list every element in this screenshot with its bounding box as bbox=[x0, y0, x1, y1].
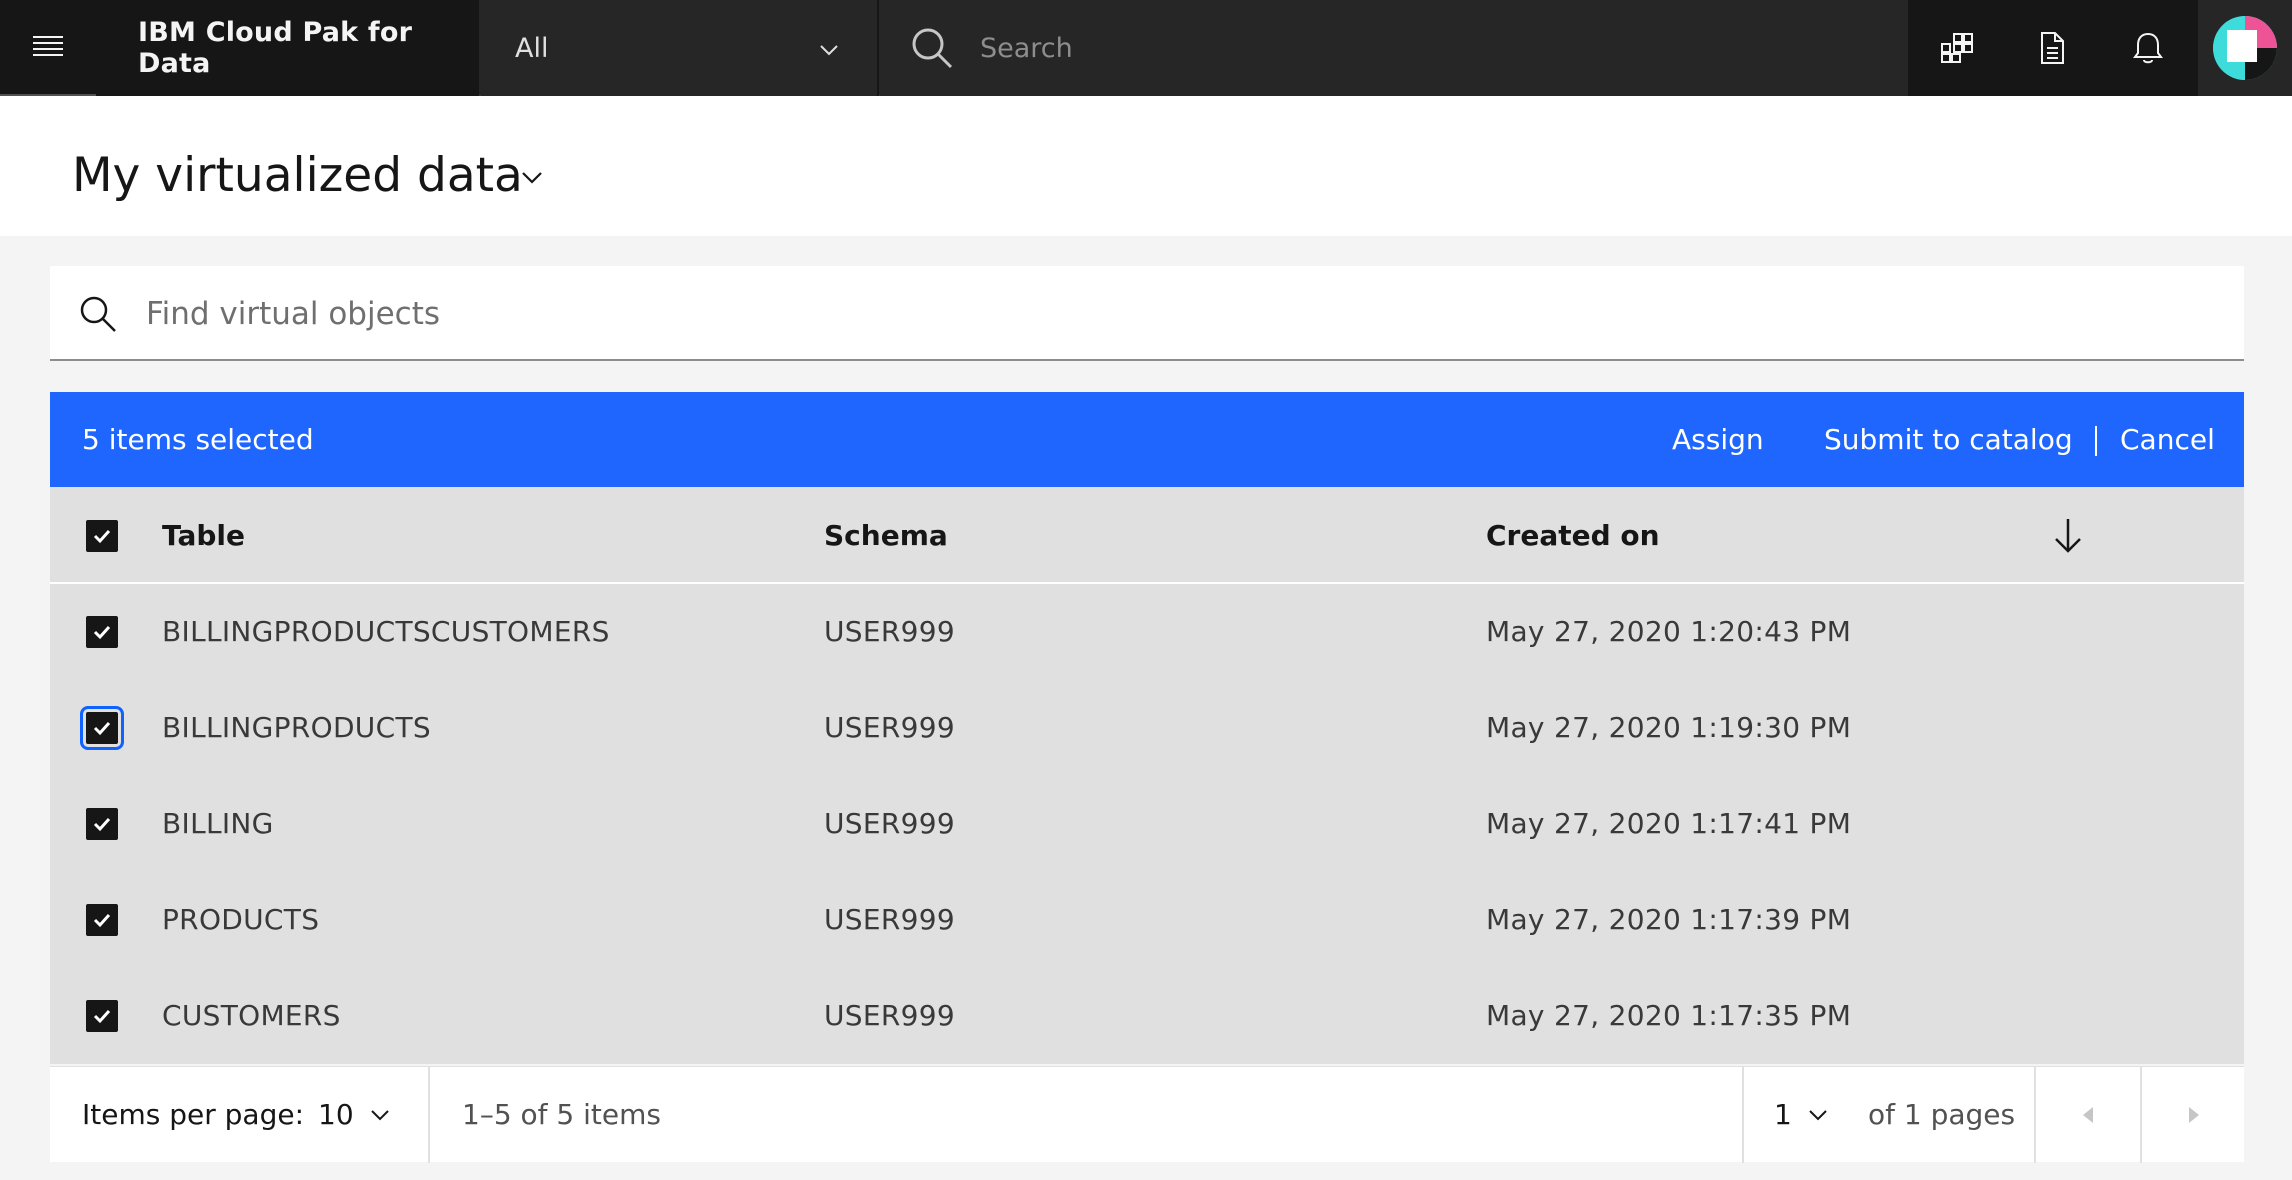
checkmark-icon bbox=[93, 529, 111, 544]
document-icon bbox=[2041, 32, 2064, 64]
cell-table: PRODUCTS bbox=[162, 903, 320, 936]
column-header-created-on[interactable]: Created on bbox=[1486, 487, 1660, 584]
chevron-down-icon[interactable] bbox=[368, 1103, 392, 1127]
column-header-table[interactable]: Table bbox=[162, 487, 245, 584]
cell-schema: USER999 bbox=[824, 903, 955, 936]
notifications-button[interactable] bbox=[2100, 0, 2196, 96]
batch-action-bar: 5 items selected Assign Submit to catalo… bbox=[50, 392, 2244, 487]
checkmark-icon bbox=[93, 913, 111, 928]
find-virtual-objects-search bbox=[50, 266, 2244, 361]
checkmark-icon bbox=[93, 625, 111, 640]
row-checkbox[interactable] bbox=[86, 1000, 118, 1032]
next-page-button[interactable] bbox=[2142, 1067, 2246, 1163]
selected-items-count: 5 items selected bbox=[82, 423, 314, 456]
table-row[interactable]: PRODUCTS USER999 May 27, 2020 1:17:39 PM bbox=[50, 872, 2244, 968]
cell-created-on: May 27, 2020 1:19:30 PM bbox=[1486, 711, 1852, 744]
view-switcher-chevron-icon[interactable] bbox=[518, 163, 546, 191]
cell-table: BILLINGPRODUCTSCUSTOMERS bbox=[162, 615, 610, 648]
table-row[interactable]: CUSTOMERS USER999 May 27, 2020 1:17:35 P… bbox=[50, 968, 2244, 1064]
user-avatar bbox=[2213, 16, 2277, 80]
app-switcher-button[interactable] bbox=[1908, 0, 2004, 96]
chevron-down-icon bbox=[820, 45, 838, 56]
pagination-range: 1–5 of 5 items bbox=[462, 1098, 661, 1131]
table-row[interactable]: BILLINGPRODUCTS USER999 May 27, 2020 1:1… bbox=[50, 680, 2244, 776]
search-icon bbox=[80, 296, 116, 332]
cell-table: BILLING bbox=[162, 807, 274, 840]
caret-left-icon bbox=[2083, 1107, 2093, 1123]
hamburger-menu-button[interactable] bbox=[0, 0, 96, 96]
arrow-down-icon[interactable] bbox=[2050, 515, 2086, 555]
cell-schema: USER999 bbox=[824, 711, 955, 744]
notification-bell-icon bbox=[2133, 32, 2163, 64]
checkmark-icon bbox=[93, 721, 111, 736]
row-checkbox[interactable] bbox=[86, 616, 118, 648]
cell-created-on: May 27, 2020 1:20:43 PM bbox=[1486, 615, 1852, 648]
batch-divider bbox=[2095, 426, 2097, 456]
total-pages-text: of 1 pages bbox=[1868, 1098, 2016, 1131]
search-scope-value: All bbox=[515, 32, 549, 64]
search-icon bbox=[912, 28, 953, 69]
global-search bbox=[880, 0, 1908, 96]
submit-to-catalog-button[interactable]: Submit to catalog bbox=[1824, 392, 2073, 487]
virtualized-data-table: Table Schema Created on BILLINGPRODUCTSC… bbox=[50, 487, 2244, 1064]
previous-page-button[interactable] bbox=[2036, 1067, 2140, 1163]
cell-created-on: May 27, 2020 1:17:35 PM bbox=[1486, 999, 1852, 1032]
column-header-schema[interactable]: Schema bbox=[824, 487, 948, 584]
find-virtual-objects-input[interactable] bbox=[146, 284, 2216, 344]
row-checkbox[interactable] bbox=[80, 706, 124, 750]
documentation-button[interactable] bbox=[2004, 0, 2100, 96]
cell-schema: USER999 bbox=[824, 615, 955, 648]
page-title: My virtualized data bbox=[72, 148, 523, 203]
row-checkbox[interactable] bbox=[86, 904, 118, 936]
row-checkbox[interactable] bbox=[86, 808, 118, 840]
cell-table: BILLINGPRODUCTS bbox=[162, 711, 431, 744]
cancel-button[interactable]: Cancel bbox=[2120, 392, 2215, 487]
select-all-checkbox[interactable] bbox=[86, 520, 118, 552]
cell-created-on: May 27, 2020 1:17:39 PM bbox=[1486, 903, 1852, 936]
table-row[interactable]: BILLINGPRODUCTSCUSTOMERS USER999 May 27,… bbox=[50, 584, 2244, 680]
table-row[interactable]: BILLING USER999 May 27, 2020 1:17:41 PM bbox=[50, 776, 2244, 872]
pagination-divider bbox=[428, 1067, 430, 1163]
items-per-page-label: Items per page: bbox=[82, 1098, 305, 1131]
pagination-divider bbox=[1742, 1067, 1744, 1163]
page-header: My virtualized data bbox=[0, 96, 2292, 236]
chevron-down-icon[interactable] bbox=[1806, 1103, 1830, 1127]
header-actions bbox=[1908, 0, 2196, 96]
search-scope-dropdown[interactable]: All bbox=[481, 0, 879, 96]
product-name[interactable]: IBM Cloud Pak for Data bbox=[96, 0, 479, 96]
checkmark-icon bbox=[93, 817, 111, 832]
app-switcher-icon bbox=[1941, 33, 1973, 63]
user-profile-button[interactable] bbox=[2196, 0, 2292, 96]
pagination-bar: Items per page: 10 1–5 of 5 items 1 of 1… bbox=[50, 1066, 2246, 1163]
cell-schema: USER999 bbox=[824, 999, 955, 1032]
cell-table: CUSTOMERS bbox=[162, 999, 341, 1032]
hamburger-menu-icon bbox=[33, 36, 63, 56]
cell-schema: USER999 bbox=[824, 807, 955, 840]
assign-button[interactable]: Assign bbox=[1672, 392, 1764, 487]
global-search-input[interactable] bbox=[980, 20, 1880, 76]
checkmark-icon bbox=[93, 1009, 111, 1024]
current-page-select[interactable]: 1 bbox=[1774, 1067, 1792, 1163]
top-header: IBM Cloud Pak for Data All bbox=[0, 0, 2292, 96]
cell-created-on: May 27, 2020 1:17:41 PM bbox=[1486, 807, 1852, 840]
table-header: Table Schema Created on bbox=[50, 487, 2244, 584]
caret-right-icon bbox=[2189, 1107, 2199, 1123]
items-per-page-select[interactable]: 10 bbox=[318, 1067, 354, 1163]
